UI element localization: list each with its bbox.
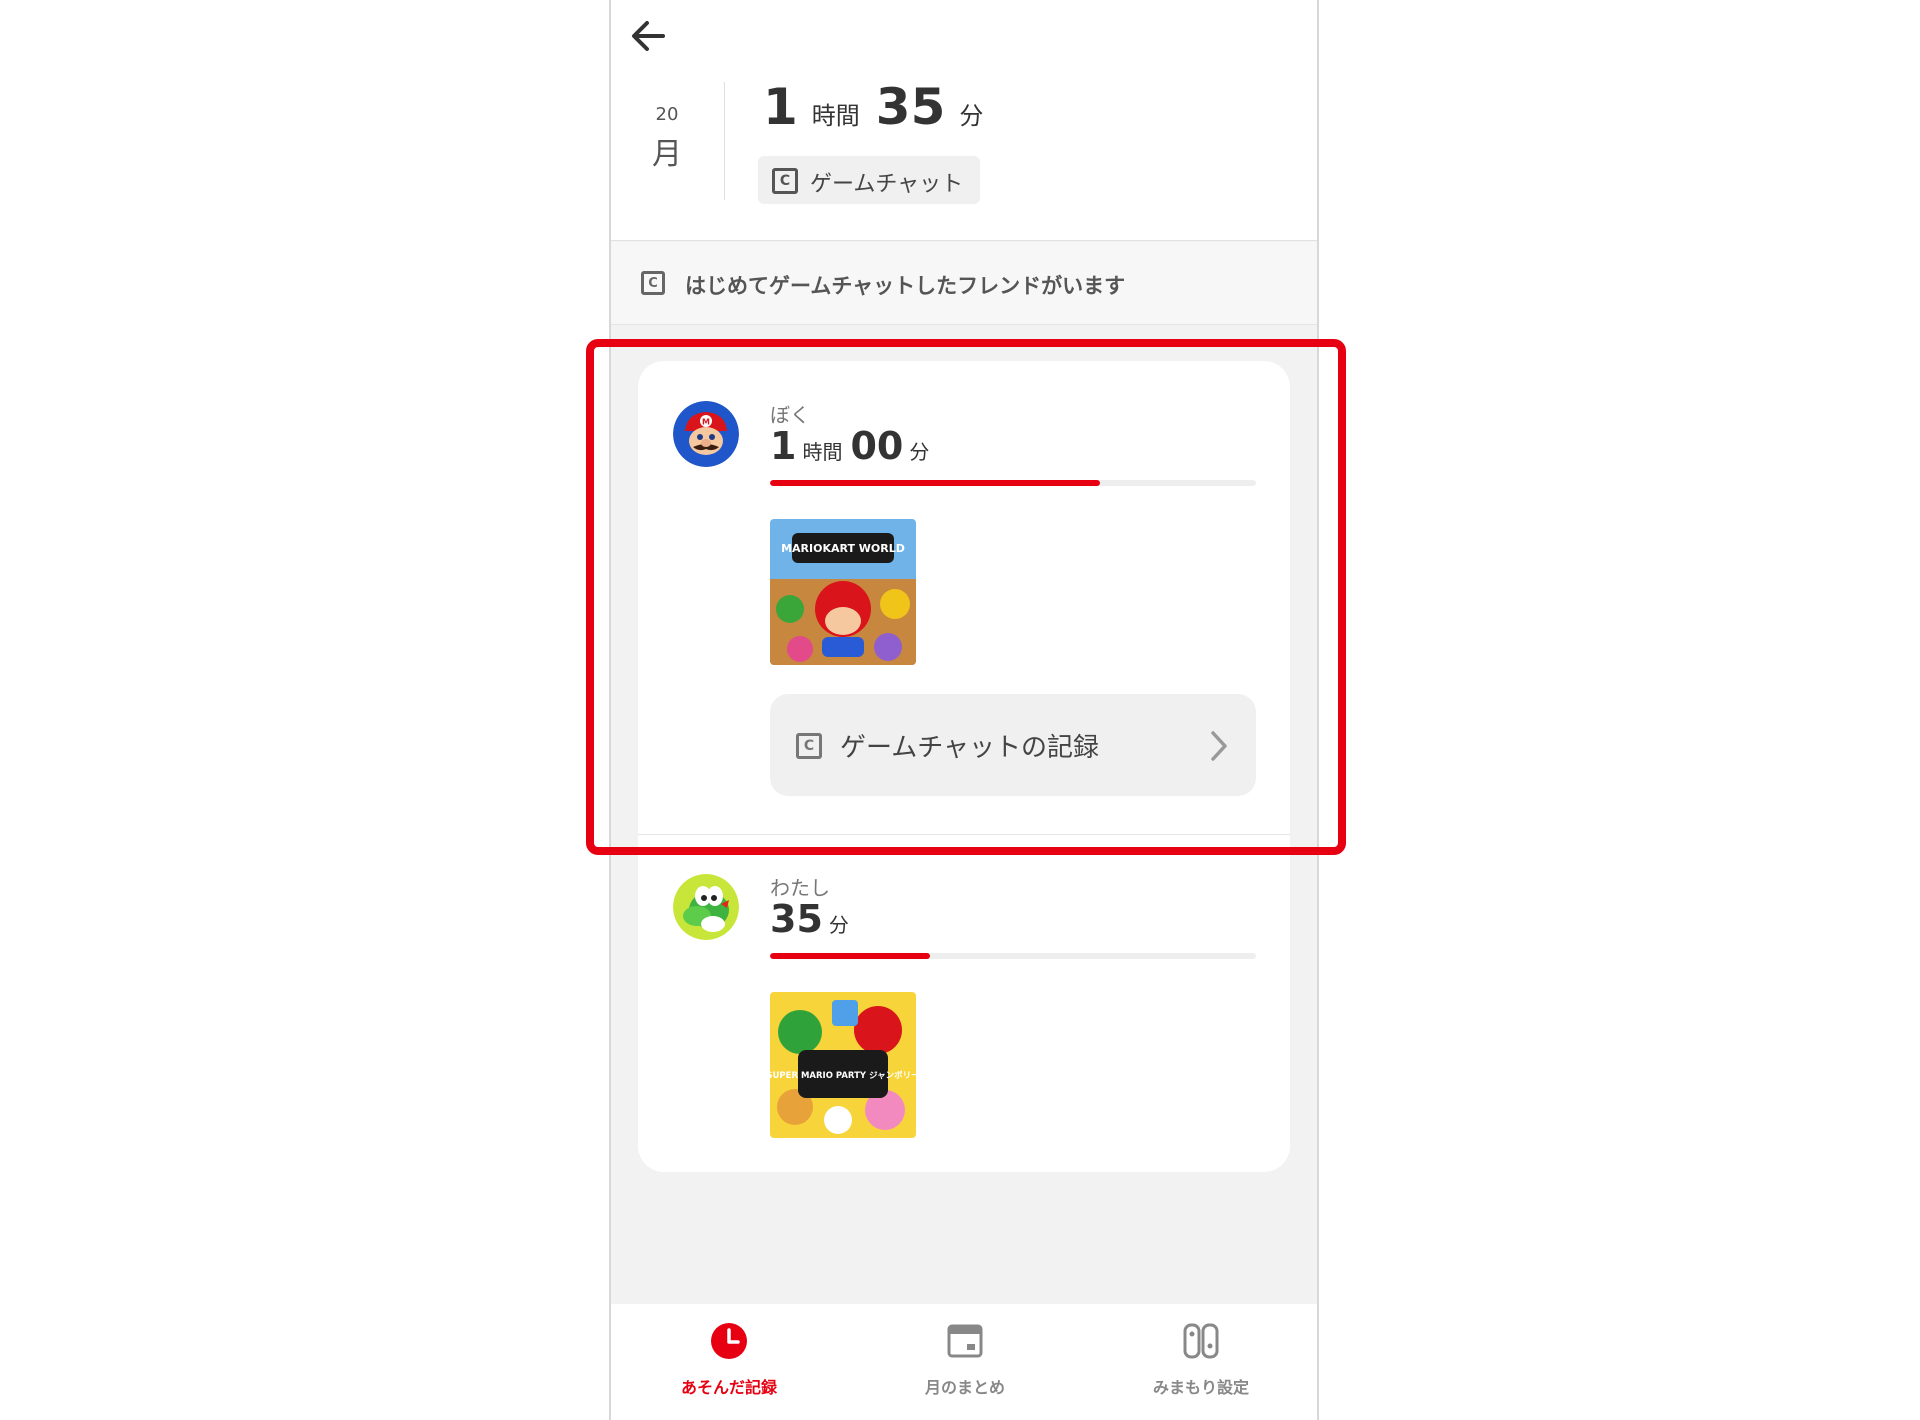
chevron-right-icon xyxy=(1211,731,1227,761)
calendar-icon xyxy=(947,1324,983,1358)
total-minutes: 35 xyxy=(875,78,946,136)
minutes-unit: 分 xyxy=(909,440,930,464)
play-time-bar xyxy=(770,953,1256,959)
user-play-card: M ぼく 1 時間 00 分 MARIOKART WORLD C ゲームチャット… xyxy=(638,361,1290,1172)
game-chat-tag-label: ゲームチャット xyxy=(810,172,964,197)
phone-screen: 20 月 1 時間 35 分 C ゲームチャット C はじめてゲームチャットしたフレン… xyxy=(609,0,1319,1420)
game-chat-record-button[interactable]: C ゲームチャットの記録 xyxy=(770,694,1256,796)
hours-unit: 時間 xyxy=(802,440,843,464)
nav-item-monitoring-settings[interactable]: みまもり設定 xyxy=(1083,1304,1317,1420)
play-time-bar-fill xyxy=(770,480,1101,486)
mario-avatar-icon: M xyxy=(673,401,739,467)
date-block: 20 月 xyxy=(611,104,723,173)
minutes-unit: 分 xyxy=(959,102,984,130)
minutes-unit: 分 xyxy=(828,913,849,937)
nav-item-play-records[interactable]: あそんだ記録 xyxy=(611,1304,847,1420)
total-hours: 1 xyxy=(763,78,798,136)
game-thumbnail-super-mario-party-jamboree[interactable]: SUPER MARIO PARTY ジャンボリー xyxy=(770,992,916,1138)
avatar-yoshi xyxy=(673,874,739,940)
game-logo-text: SUPER MARIO PARTY ジャンボリー xyxy=(770,1070,916,1081)
user-play-time: 35 分 xyxy=(770,897,857,941)
game-logo-text: MARIOKART WORLD xyxy=(781,542,905,555)
hours-value: 1 xyxy=(770,424,797,468)
date-day: 20 xyxy=(655,104,679,125)
game-chat-icon: C xyxy=(641,271,665,295)
game-chat-icon: C xyxy=(772,168,798,194)
back-arrow-icon[interactable] xyxy=(625,10,675,62)
switch-console-icon xyxy=(1183,1323,1219,1359)
total-play-time: 1 時間 35 分 xyxy=(763,78,999,136)
date-weekday: 月 xyxy=(652,137,682,172)
game-chat-record-label: ゲームチャットの記録 xyxy=(840,733,1099,763)
daily-summary-header: 20 月 1 時間 35 分 C ゲームチャット xyxy=(611,0,1317,241)
mariokart-world-art: MARIOKART WORLD xyxy=(770,519,916,665)
avatar-mario: M xyxy=(673,401,739,467)
entry-divider xyxy=(638,834,1290,835)
game-thumbnail-mariokart-world[interactable]: MARIOKART WORLD xyxy=(770,519,916,665)
hours-unit: 時間 xyxy=(811,102,860,130)
nav-item-monthly-summary[interactable]: 月のまとめ xyxy=(847,1304,1083,1420)
clock-icon xyxy=(711,1323,747,1359)
nav-label: あそんだ記録 xyxy=(680,1378,777,1397)
minutes-value: 00 xyxy=(850,424,904,468)
nav-label: 月のまとめ xyxy=(924,1378,1005,1397)
super-mario-party-jamboree-art: SUPER MARIO PARTY ジャンボリー xyxy=(770,992,916,1138)
svg-text:M: M xyxy=(702,418,710,427)
play-time-bar xyxy=(770,480,1256,486)
minutes-value: 35 xyxy=(770,897,823,941)
notice-text: はじめてゲームチャットしたフレンドがいます xyxy=(685,274,1126,298)
nav-label: みまもり設定 xyxy=(1152,1378,1249,1397)
divider xyxy=(724,82,725,200)
first-chat-notice: C はじめてゲームチャットしたフレンドがいます xyxy=(611,242,1317,325)
play-time-bar-fill xyxy=(770,953,931,959)
user-play-time: 1 時間 00 分 xyxy=(770,424,937,468)
game-chat-icon: C xyxy=(796,733,822,759)
game-chat-tag: C ゲームチャット xyxy=(758,156,980,204)
bottom-navigation: あそんだ記録 月のまとめ みまもり設定 xyxy=(611,1304,1317,1420)
yoshi-avatar-icon xyxy=(673,874,739,940)
